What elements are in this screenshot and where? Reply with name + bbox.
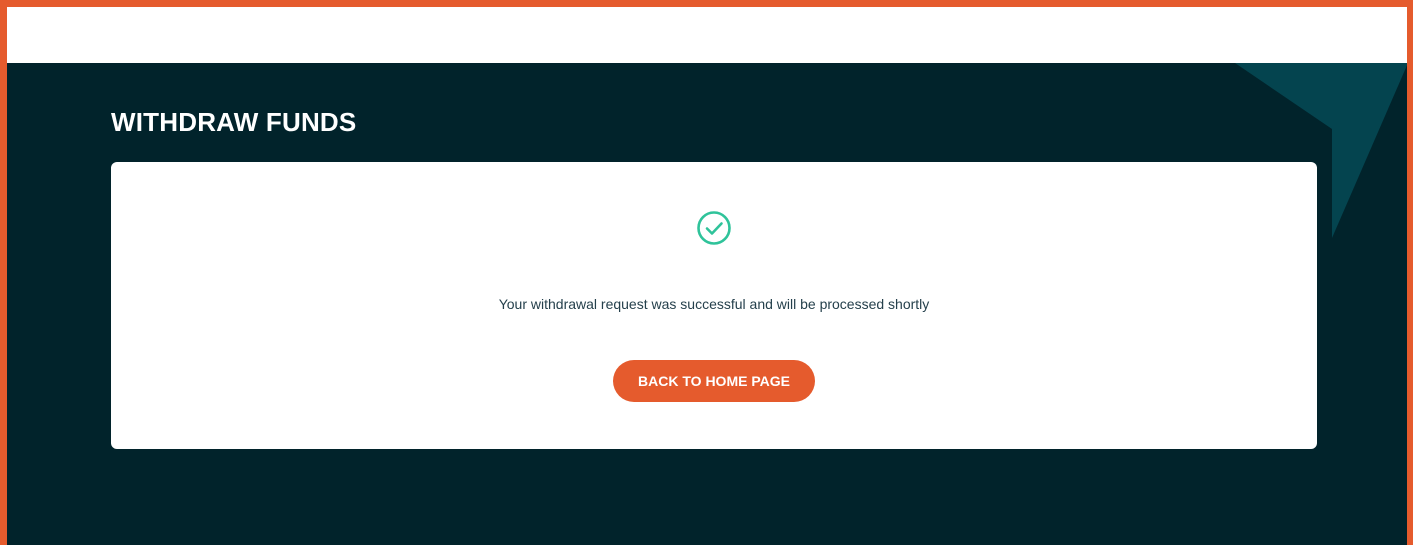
main-content: WITHDRAW FUNDS Your withdrawal request w…	[7, 63, 1407, 545]
confirmation-card: Your withdrawal request was successful a…	[111, 162, 1317, 449]
page-title: WITHDRAW FUNDS	[111, 107, 357, 137]
top-bar	[7, 7, 1407, 63]
page-frame: WITHDRAW FUNDS Your withdrawal request w…	[0, 0, 1413, 545]
back-to-home-button[interactable]: BACK TO HOME PAGE	[613, 360, 815, 402]
check-circle-icon	[697, 211, 731, 245]
success-message: Your withdrawal request was successful a…	[498, 296, 930, 312]
